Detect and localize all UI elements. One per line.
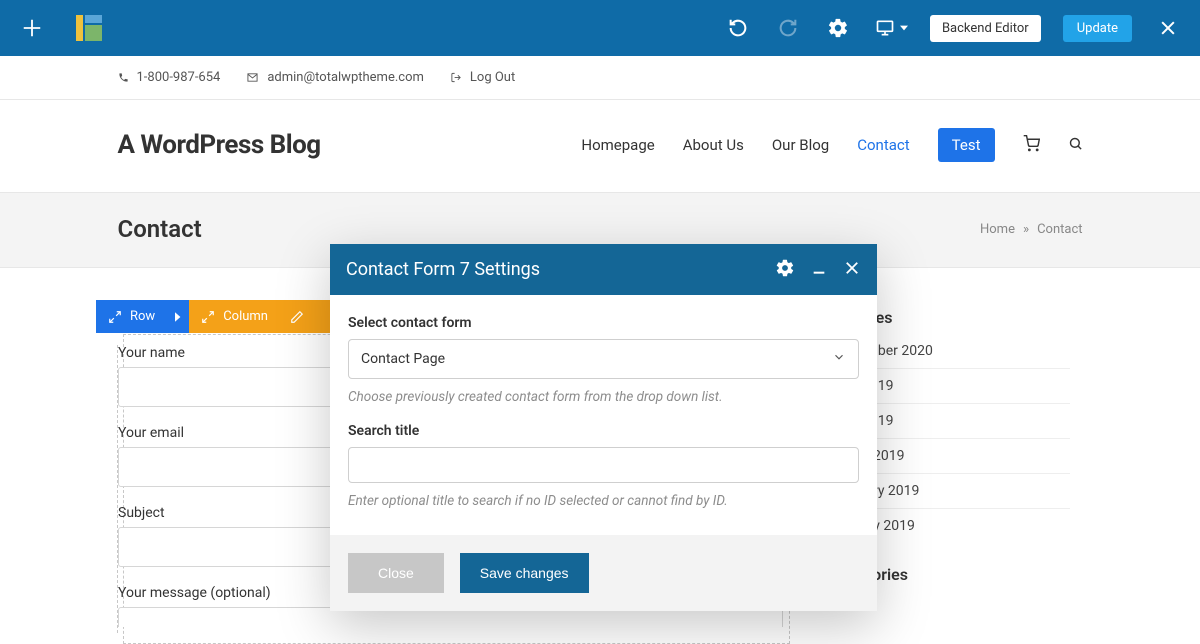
phone-text: 1-800-987-654 [137,70,221,85]
breadcrumb: Home » Contact [980,222,1083,237]
email-text: admin@totalwptheme.com [267,70,424,85]
backend-editor-button[interactable]: Backend Editor [930,15,1041,42]
search-title-label: Search title [348,423,859,439]
select-form-label: Select contact form [348,315,859,331]
vc-row-more[interactable] [167,300,189,333]
close-editor-icon[interactable] [1154,14,1182,42]
modal-minimize-icon[interactable] [811,260,827,280]
templates-icon[interactable] [76,15,102,41]
logout-link[interactable]: Log Out [450,70,515,85]
settings-icon[interactable] [824,14,852,42]
search-icon[interactable] [1068,136,1083,155]
modal-close-button[interactable]: Close [348,553,444,593]
crumb-current: Contact [1037,222,1082,237]
nav-about[interactable]: About Us [683,136,744,154]
logout-text: Log Out [470,70,515,85]
search-title-input[interactable] [348,447,859,483]
crumb-home[interactable]: Home [980,222,1015,237]
modal-close-icon[interactable] [843,259,861,281]
nav-homepage[interactable]: Homepage [581,136,654,154]
chevron-down-icon [832,350,846,368]
modal-settings-icon[interactable] [775,258,795,282]
vc-edit-icon[interactable] [280,300,314,333]
contact-form-select[interactable]: Contact Page [348,339,859,379]
add-element-icon[interactable] [18,14,46,42]
vc-column-tab[interactable]: Column [189,300,280,333]
update-button[interactable]: Update [1063,15,1132,42]
vc-row-tab[interactable]: Row [96,300,167,333]
search-title-hint: Enter optional title to search if no ID … [348,493,859,509]
viewport-toggle[interactable] [874,18,908,38]
nav-test[interactable]: Test [938,128,995,162]
undo-icon[interactable] [724,14,752,42]
modal-title: Contact Form 7 Settings [346,259,540,280]
settings-modal: Contact Form 7 Settings Select contact f… [330,244,877,611]
cart-icon[interactable] [1023,135,1040,156]
select-form-hint: Choose previously created contact form f… [348,389,859,405]
utility-bar: 1-800-987-654 admin@totalwptheme.com Log… [118,56,1083,99]
main-nav: A WordPress Blog Homepage About Us Our B… [118,100,1083,192]
modal-save-button[interactable]: Save changes [460,553,589,593]
email-item: admin@totalwptheme.com [246,70,424,85]
site-title: A WordPress Blog [118,130,321,160]
nav-blog[interactable]: Our Blog [772,136,829,154]
page-title: Contact [118,215,202,243]
phone-item: 1-800-987-654 [118,70,221,85]
nav-contact[interactable]: Contact [857,136,909,154]
editor-bar: Backend Editor Update [0,0,1200,56]
redo-icon [774,14,802,42]
